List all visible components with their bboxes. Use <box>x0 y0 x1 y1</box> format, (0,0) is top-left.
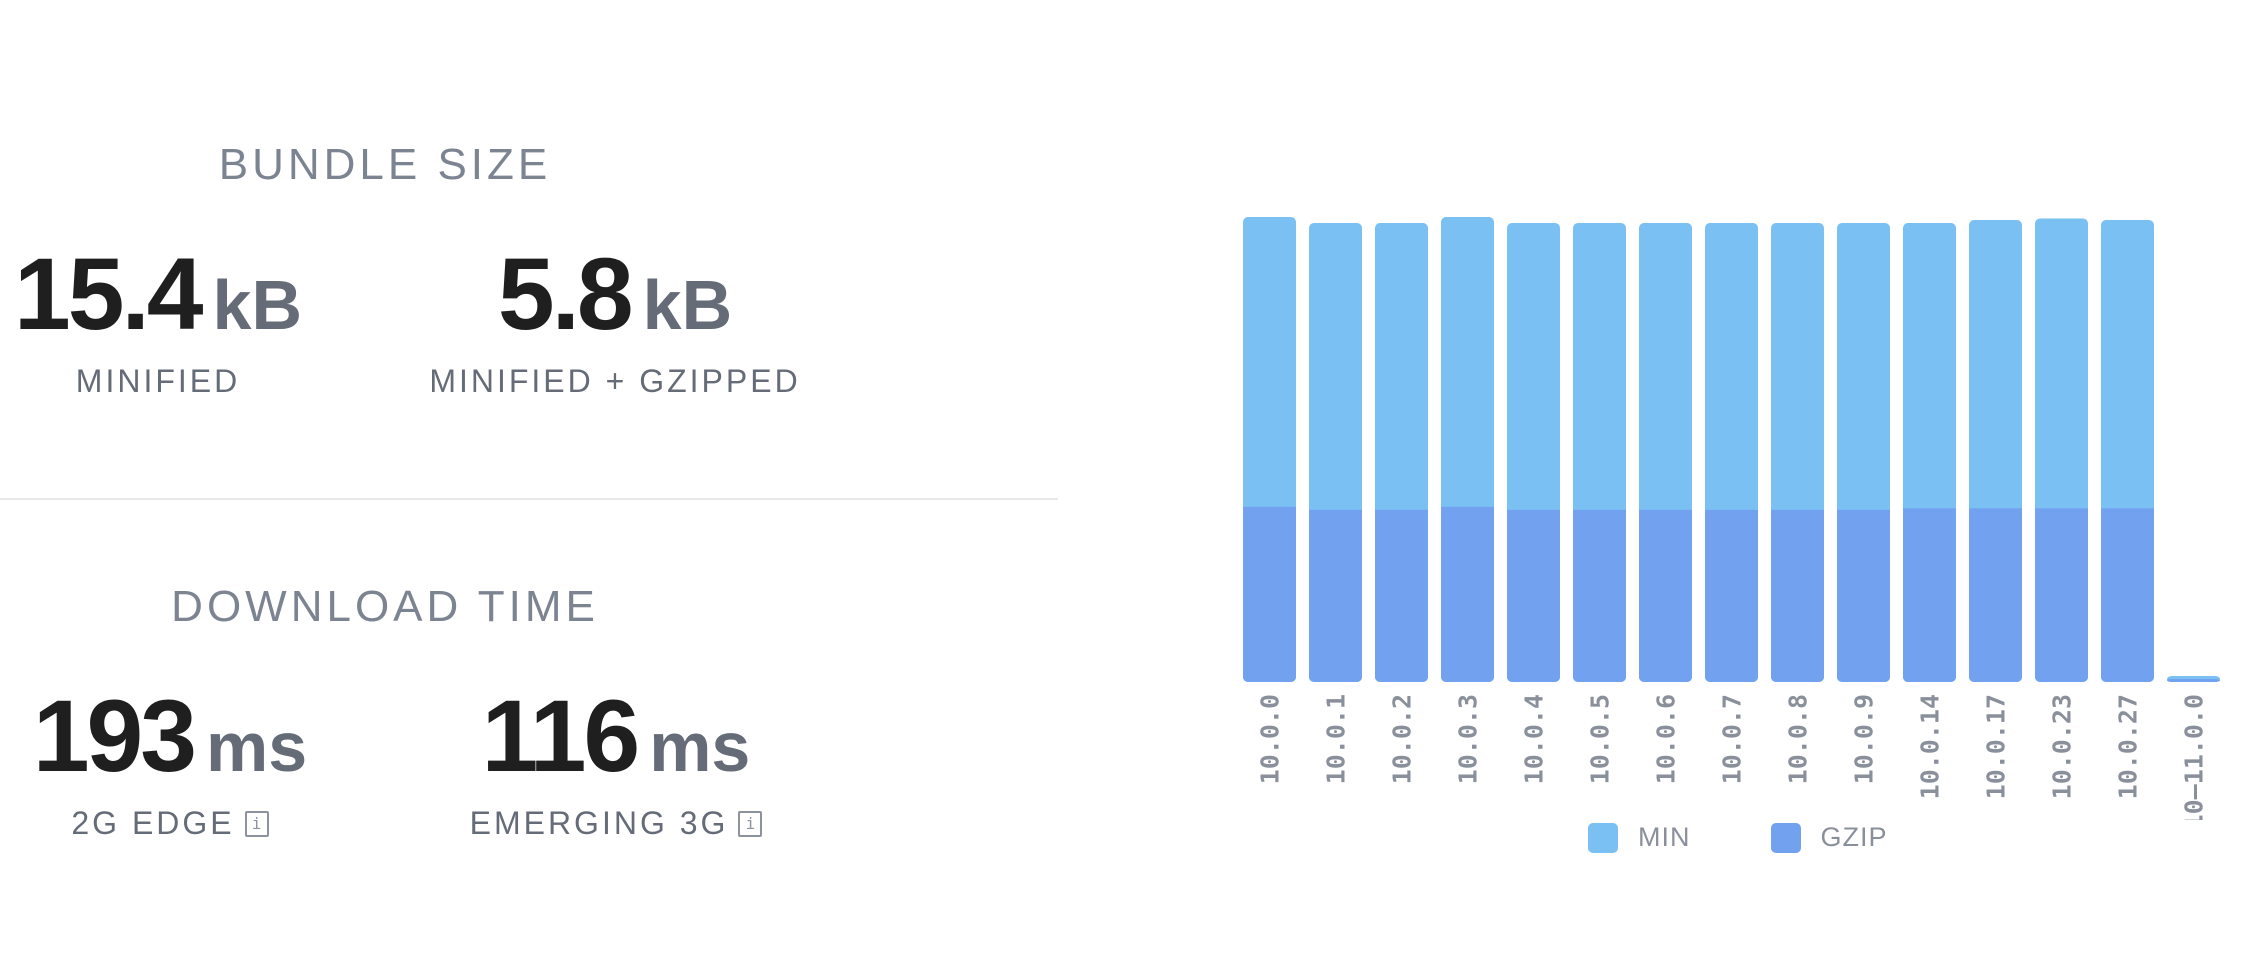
tick-label: 10.0.14 <box>1916 694 1945 799</box>
legend-swatch-gzip <box>1770 822 1801 853</box>
bar-gzip-edge <box>1375 509 1428 516</box>
bar-gzip-edge <box>1507 509 1560 516</box>
tick-label: 10.0.23 <box>2048 694 2077 799</box>
tick-label: 10.0.5 <box>1586 694 1615 784</box>
bar-10.0.1[interactable] <box>1309 223 1362 682</box>
bar-10.0.23[interactable] <box>2035 218 2088 682</box>
bar-gzip[interactable] <box>1903 508 1956 682</box>
bar-gzip-edge <box>1837 509 1890 516</box>
bar-gzip-edge <box>1441 506 1494 513</box>
bar-gzip[interactable] <box>1375 509 1428 682</box>
bar-10.0.5[interactable] <box>1573 223 1626 682</box>
info-icon[interactable]: i <box>244 810 269 837</box>
tick-label: 10.0.1 <box>1322 694 1351 784</box>
tick-label: next.10–11.0.0 <box>2180 694 2209 820</box>
bar-10.0.14[interactable] <box>1903 223 1956 682</box>
bundle-size-title: BUNDLE SIZE <box>218 140 552 189</box>
bar-gzip[interactable] <box>1309 509 1362 682</box>
bar-gzip[interactable] <box>1639 509 1692 682</box>
info-icon[interactable]: i <box>738 810 763 837</box>
emerging-3g-unit: ms <box>649 708 751 786</box>
bar-gzip-edge <box>1573 509 1626 516</box>
gzipped-label: MINIFIED + GZIPPED <box>429 363 801 399</box>
legend-item-min: MIN <box>1588 822 1691 853</box>
bar-gzip-edge <box>1639 509 1692 516</box>
edge-2g-unit: ms <box>206 708 308 786</box>
tick-label: 10.0.2 <box>1388 694 1417 784</box>
bar-gzip[interactable] <box>1573 509 1626 682</box>
minified-label: MINIFIED <box>75 363 241 399</box>
tick-label: 10.0.17 <box>1982 694 2011 799</box>
gzipped-number: 5.8 <box>497 237 634 351</box>
bar-gzip[interactable] <box>1705 509 1758 682</box>
emerging-3g-label-row: EMERGING 3G i <box>470 805 763 842</box>
bar-10.0.7[interactable] <box>1705 223 1758 682</box>
tick-label: 10.0.4 <box>1520 694 1549 784</box>
minified-stat: 15.4 kB MINIFIED <box>0 236 316 400</box>
bar-gzip[interactable] <box>2167 678 2220 682</box>
tick-label: 10.0.6 <box>1652 694 1681 784</box>
bar-gzip[interactable] <box>2101 508 2154 682</box>
bar-gzip[interactable] <box>1507 509 1560 682</box>
bar-gzip[interactable] <box>1243 506 1296 682</box>
chart-legend: MIN GZIP <box>1588 822 1952 853</box>
bar-10.0.17[interactable] <box>1969 220 2022 682</box>
bar-gzip-edge <box>1309 509 1362 516</box>
legend-label-gzip: GZIP <box>1820 822 1888 852</box>
bar-gzip[interactable] <box>1969 508 2022 682</box>
bar-10.0.9[interactable] <box>1837 223 1890 682</box>
bar-gzip[interactable] <box>2035 508 2088 682</box>
legend-label-min: MIN <box>1638 822 1691 852</box>
edge-2g-stat: 193 ms 2G EDGE i <box>10 678 330 842</box>
bar-gzip[interactable] <box>1441 506 1494 682</box>
gzipped-unit: kB <box>642 266 733 344</box>
minified-number: 15.4 <box>13 237 204 351</box>
edge-2g-number: 193 <box>32 679 197 793</box>
tick-label: 10.0.9 <box>1850 694 1879 784</box>
minified-unit: kB <box>212 266 302 344</box>
bar-gzip-edge <box>1771 509 1824 516</box>
tick-label: 10.0.7 <box>1718 694 1747 784</box>
emerging-3g-value: 116 ms <box>482 678 751 795</box>
bar-gzip-edge <box>1243 506 1296 513</box>
gzipped-stat: 5.8 kB MINIFIED + GZIPPED <box>429 236 801 400</box>
bar-10.0.0[interactable] <box>1243 217 1296 682</box>
edge-2g-label-row: 2G EDGE i <box>71 805 269 842</box>
edge-2g-value: 193 ms <box>33 678 307 795</box>
bar-10.0.4[interactable] <box>1507 223 1560 682</box>
tick-label: 10.0.8 <box>1784 694 1813 784</box>
tick-label: 10.0.0 <box>1256 694 1285 784</box>
bar-10.0.6[interactable] <box>1639 223 1692 682</box>
bar-next.10–11.0.0[interactable] <box>2167 675 2220 682</box>
bar-gzip-edge <box>1903 508 1956 515</box>
bar-gzip-edge <box>2101 508 2154 515</box>
emerging-3g-label: EMERGING 3G <box>469 805 729 841</box>
bar-gzip[interactable] <box>1771 509 1824 682</box>
bar-gzip-edge <box>1705 509 1758 516</box>
bar-10.0.2[interactable] <box>1375 223 1428 682</box>
minified-value: 15.4 kB <box>14 236 302 353</box>
bar-gzip[interactable] <box>1837 509 1890 682</box>
gzipped-value: 5.8 kB <box>498 236 732 353</box>
version-size-chart: 10.0.0 10.0.1 10.0.2 10.0.3 10.0.4 10.0.5 10.0… <box>1243 217 2220 820</box>
bar-10.0.8[interactable] <box>1771 223 1824 682</box>
bar-10.0.3[interactable] <box>1441 217 1494 682</box>
bar-10.0.27[interactable] <box>2101 220 2154 682</box>
legend-item-gzip: GZIP <box>1770 822 1888 853</box>
tick-label: 10.0.3 <box>1454 694 1483 784</box>
emerging-3g-stat: 116 ms EMERGING 3G i <box>456 678 776 842</box>
legend-swatch-min <box>1588 822 1618 853</box>
tick-label: 10.0.27 <box>2114 694 2143 799</box>
bar-gzip-edge <box>2035 508 2088 515</box>
emerging-3g-number: 116 <box>481 679 641 793</box>
edge-2g-label: 2G EDGE <box>71 805 235 841</box>
bar-gzip-edge <box>1969 508 2022 515</box>
download-time-title: DOWNLOAD TIME <box>171 582 599 631</box>
section-divider <box>0 498 1058 500</box>
